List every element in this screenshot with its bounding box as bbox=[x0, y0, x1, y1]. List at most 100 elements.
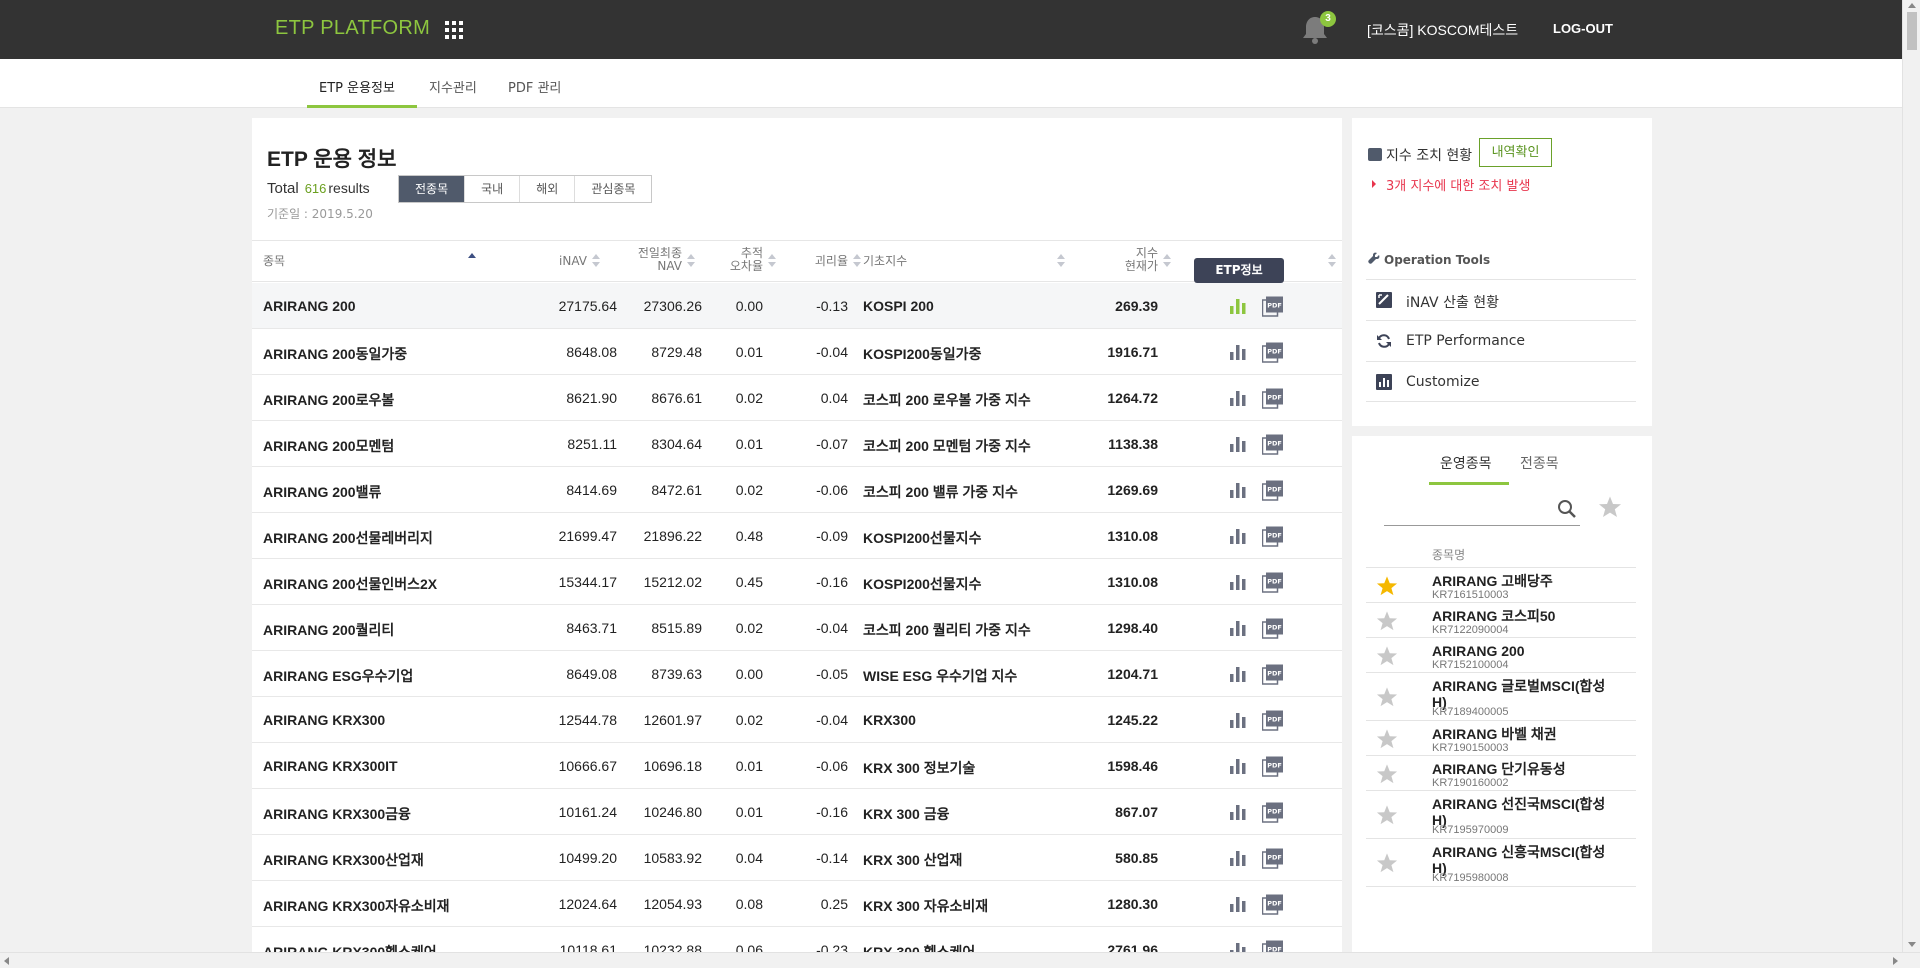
filter-overseas[interactable]: 해외 bbox=[519, 176, 574, 202]
list-item[interactable]: ARIRANG 신흥국MSCI(합성 H) KR7195980008 bbox=[1366, 839, 1636, 887]
list-item[interactable]: ARIRANG 선진국MSCI(합성 H) KR7195970009 bbox=[1366, 791, 1636, 839]
pdf-icon[interactable]: PDF bbox=[1261, 710, 1284, 731]
filter-domestic[interactable]: 국내 bbox=[464, 176, 519, 202]
table-row[interactable]: ARIRANG 200동일가중 8648.08 8729.48 0.01 -0.04 KO… bbox=[252, 329, 1342, 375]
table-row[interactable]: ARIRANG 200로우볼 8621.90 8676.61 0.02 0.04 코스피 … bbox=[252, 375, 1342, 421]
op-customize[interactable]: Customize bbox=[1366, 361, 1636, 402]
col-tracking-error[interactable]: 추적 오차율 bbox=[707, 247, 763, 273]
table-row[interactable]: ARIRANG 200선물레버리지 21699.47 21896.22 0.48 -0.… bbox=[252, 513, 1342, 559]
bar-chart-icon[interactable] bbox=[1229, 435, 1247, 453]
bar-chart-icon[interactable] bbox=[1229, 849, 1247, 867]
favorite-star-icon[interactable] bbox=[1376, 645, 1398, 667]
favorite-star-icon[interactable] bbox=[1376, 763, 1398, 785]
col-base-index[interactable]: 기초지수 bbox=[863, 255, 907, 268]
pdf-icon[interactable]: PDF bbox=[1261, 894, 1284, 915]
table-row[interactable]: ARIRANG 200선물인버스2X 15344.17 15212.02 0.45 -0… bbox=[252, 559, 1342, 605]
pdf-icon[interactable]: PDF bbox=[1261, 388, 1284, 409]
vertical-scrollbar[interactable] bbox=[1902, 0, 1920, 952]
favorite-star-icon[interactable] bbox=[1376, 728, 1398, 750]
favorite-star-icon[interactable] bbox=[1376, 804, 1398, 826]
pdf-icon[interactable]: PDF bbox=[1261, 756, 1284, 777]
logout-button[interactable]: LOG-OUT bbox=[1553, 21, 1613, 36]
op-etp-performance[interactable]: ETP Performance bbox=[1366, 320, 1636, 361]
table-row[interactable]: ARIRANG KRX300IT 10666.67 10696.18 0.01 -0.0… bbox=[252, 743, 1342, 789]
tab-index-management[interactable]: 지수관리 bbox=[429, 77, 477, 96]
scroll-right-icon[interactable] bbox=[1893, 957, 1898, 965]
search-icon[interactable] bbox=[1557, 499, 1577, 519]
op-inav-calculation[interactable]: iNAV 산출 현황 bbox=[1366, 279, 1636, 320]
scroll-left-icon[interactable] bbox=[4, 957, 9, 965]
list-item[interactable]: ARIRANG 고배당주 KR7161510003 bbox=[1366, 568, 1636, 603]
bar-chart-icon[interactable] bbox=[1229, 343, 1247, 361]
sort-icon[interactable] bbox=[1163, 254, 1171, 268]
table-row[interactable]: ARIRANG 200밸류 8414.69 8472.61 0.02 -0.06 코스피 … bbox=[252, 467, 1342, 513]
pdf-icon[interactable]: PDF bbox=[1261, 664, 1284, 685]
vertical-scroll-thumb[interactable] bbox=[1907, 12, 1917, 50]
filter-all[interactable]: 전종목 bbox=[399, 176, 465, 202]
view-history-button[interactable]: 내역확인 bbox=[1479, 138, 1552, 167]
col-index-price[interactable]: 지수 현재가 bbox=[1092, 247, 1158, 273]
horizontal-scrollbar[interactable] bbox=[0, 952, 1920, 968]
table-row[interactable]: ARIRANG KRX300금융 10161.24 10246.80 0.01 -0.1… bbox=[252, 789, 1342, 835]
tab-etp-operation[interactable]: ETP 운용정보 bbox=[319, 77, 395, 96]
table-row[interactable]: ARIRANG 200 27175.64 27306.26 0.00 -0.13 KOSP… bbox=[252, 283, 1342, 329]
sort-asc-icon[interactable] bbox=[468, 253, 476, 267]
bar-chart-icon[interactable] bbox=[1229, 389, 1247, 407]
app-logo[interactable]: ETP PLATFORM bbox=[275, 17, 430, 40]
bar-chart-icon[interactable] bbox=[1229, 527, 1247, 545]
list-item[interactable]: ARIRANG 단기유동성 KR7190160002 bbox=[1366, 756, 1636, 791]
list-item[interactable]: ARIRANG 코스피50 KR7122090004 bbox=[1366, 603, 1636, 638]
table-row[interactable]: ARIRANG ESG우수기업 8649.08 8739.63 0.00 -0.05 WI… bbox=[252, 651, 1342, 697]
bar-chart-icon[interactable] bbox=[1229, 573, 1247, 591]
table-row[interactable]: ARIRANG KRX300 12544.78 12601.97 0.02 -0.04 K… bbox=[252, 697, 1342, 743]
favorite-star-icon[interactable] bbox=[1376, 610, 1398, 632]
filter-watchlist[interactable]: 관심종목 bbox=[574, 176, 651, 202]
tab-operating-stocks[interactable]: 운영종목 bbox=[1440, 453, 1492, 473]
bar-chart-icon[interactable] bbox=[1229, 665, 1247, 683]
scroll-up-icon[interactable] bbox=[1908, 3, 1916, 8]
pdf-icon[interactable]: PDF bbox=[1261, 526, 1284, 547]
pdf-icon[interactable]: PDF bbox=[1261, 342, 1284, 363]
list-item[interactable]: ARIRANG 바벨 채권 KR7190150003 bbox=[1366, 721, 1636, 756]
pdf-icon[interactable]: PDF bbox=[1261, 434, 1284, 455]
sort-icon[interactable] bbox=[1057, 254, 1065, 268]
notification-bell-icon[interactable]: 3 bbox=[1300, 11, 1336, 45]
sort-icon[interactable] bbox=[768, 254, 776, 268]
index-action-alert[interactable]: 3개 지수에 대한 조치 발생 bbox=[1386, 175, 1530, 194]
table-row[interactable]: ARIRANG KRX300산업재 10499.20 10583.92 0.04 -0.… bbox=[252, 835, 1342, 881]
bar-chart-icon[interactable] bbox=[1229, 481, 1247, 499]
table-row[interactable]: ARIRANG 200모멘텀 8251.11 8304.64 0.01 -0.07 코스피… bbox=[252, 421, 1342, 467]
bar-chart-icon[interactable] bbox=[1229, 803, 1247, 821]
favorites-star-icon[interactable] bbox=[1598, 495, 1622, 519]
favorite-star-icon[interactable] bbox=[1376, 686, 1398, 708]
col-disparity[interactable]: 괴리율 bbox=[792, 255, 848, 268]
table-row[interactable]: ARIRANG KRX300자유소비재 12024.64 12054.93 0.08 0… bbox=[252, 881, 1342, 927]
pdf-icon[interactable]: PDF bbox=[1261, 296, 1284, 317]
col-inav[interactable]: iNAV bbox=[537, 255, 587, 268]
tab-pdf-management[interactable]: PDF 관리 bbox=[508, 77, 561, 96]
list-item[interactable]: ARIRANG 200 KR7152100004 bbox=[1366, 638, 1636, 673]
tab-all-stocks[interactable]: 전종목 bbox=[1520, 453, 1559, 473]
pdf-icon[interactable]: PDF bbox=[1261, 618, 1284, 639]
scroll-down-icon[interactable] bbox=[1908, 942, 1916, 947]
table-row[interactable]: ARIRANG 200퀄리티 8463.71 8515.89 0.02 -0.04 코스피… bbox=[252, 605, 1342, 651]
col-prev-nav[interactable]: 전일최종 NAV bbox=[622, 247, 682, 273]
favorite-star-icon[interactable] bbox=[1376, 575, 1398, 597]
favorite-star-icon[interactable] bbox=[1376, 852, 1398, 874]
list-item[interactable]: ARIRANG 글로벌MSCI(합성 H) KR7189400005 bbox=[1366, 673, 1636, 721]
sort-icon[interactable] bbox=[1328, 254, 1336, 268]
bar-chart-icon[interactable] bbox=[1229, 711, 1247, 729]
bar-chart-icon[interactable] bbox=[1229, 297, 1247, 315]
col-name[interactable]: 종목 bbox=[263, 255, 285, 268]
pdf-icon[interactable]: PDF bbox=[1261, 802, 1284, 823]
apps-grid-icon[interactable] bbox=[445, 21, 463, 39]
bar-chart-icon[interactable] bbox=[1229, 757, 1247, 775]
stock-search-input[interactable] bbox=[1384, 496, 1580, 526]
pdf-icon[interactable]: PDF bbox=[1261, 480, 1284, 501]
bar-chart-icon[interactable] bbox=[1229, 895, 1247, 913]
sort-icon[interactable] bbox=[853, 254, 861, 268]
pdf-icon[interactable]: PDF bbox=[1261, 572, 1284, 593]
pdf-icon[interactable]: PDF bbox=[1261, 848, 1284, 869]
bar-chart-icon[interactable] bbox=[1229, 619, 1247, 637]
sort-icon[interactable] bbox=[592, 254, 600, 268]
